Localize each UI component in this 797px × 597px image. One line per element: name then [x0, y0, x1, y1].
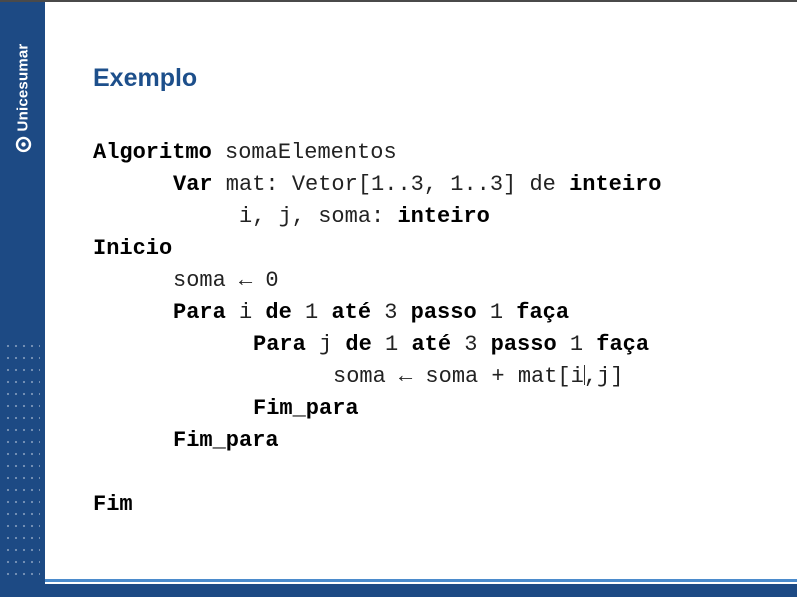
code-text: i — [225, 300, 266, 325]
code-keyword: de — [265, 300, 292, 325]
code-line-outer-loop: Para i de 1 até 3 passo 1 faça — [93, 297, 662, 329]
decorative-dot-pattern — [4, 340, 40, 580]
code-keyword: passo — [490, 332, 557, 357]
code-text: 1 — [371, 332, 412, 357]
code-keyword: faça — [516, 300, 570, 325]
code-text: 1 — [476, 300, 517, 325]
code-text: soma ← 0 — [173, 268, 279, 293]
code-line-fim-para-inner: Fim_para — [93, 393, 662, 425]
brand-logo: Unicesumar — [15, 44, 32, 153]
code-keyword: Para — [253, 332, 306, 357]
code-line-fim-para-outer: Fim_para — [93, 425, 662, 457]
code-text: 3 — [451, 332, 491, 357]
code-keyword: Fim — [93, 492, 133, 517]
code-line-algoritmo: Algoritmo somaElementos — [93, 137, 662, 169]
top-border — [0, 0, 797, 2]
code-line-inner-loop: Para j de 1 até 3 passo 1 faça — [93, 329, 662, 361]
footer-accent-line — [45, 579, 797, 582]
code-line-sum: soma ← soma + mat[i,j] — [93, 361, 662, 393]
code-text: i, j, soma: — [239, 204, 398, 229]
code-text: j — [305, 332, 346, 357]
brand-sidebar: Unicesumar — [0, 2, 45, 597]
code-text: somaElementos — [211, 140, 397, 165]
code-keyword: Para — [173, 300, 226, 325]
code-keyword: Algoritmo — [93, 140, 212, 165]
code-line-inicio: Inicio — [93, 233, 662, 265]
code-text: ,j] — [583, 364, 624, 389]
code-text: 3 — [371, 300, 411, 325]
code-keyword: de — [345, 332, 372, 357]
code-line-assign: soma ← 0 — [93, 265, 662, 297]
brand-name: Unicesumar — [14, 43, 32, 132]
slide-title: Exemplo — [93, 64, 198, 92]
code-keyword: Inicio — [93, 236, 173, 261]
code-keyword: inteiro — [397, 204, 490, 229]
pseudocode-block: Algoritmo somaElementos Var mat: Vetor[1… — [93, 137, 662, 521]
footer-band — [0, 584, 797, 597]
code-text: soma ← soma + mat[i — [333, 364, 584, 389]
code-text: 1 — [291, 300, 332, 325]
code-keyword: inteiro — [569, 172, 662, 197]
code-keyword: Fim_para — [253, 396, 359, 421]
unicesumar-logo-icon — [15, 136, 31, 153]
code-keyword: Var — [173, 172, 213, 197]
code-keyword: passo — [410, 300, 477, 325]
code-text: mat: Vetor[1..3, 1..3] de — [212, 172, 570, 197]
code-line-var-continued: i, j, soma: inteiro — [93, 201, 662, 233]
code-text: 1 — [556, 332, 597, 357]
code-keyword: faça — [596, 332, 650, 357]
code-line-var: Var mat: Vetor[1..3, 1..3] de inteiro — [93, 169, 662, 201]
code-keyword: até — [411, 332, 452, 357]
code-line-fim: Fim — [93, 489, 662, 521]
code-keyword: até — [331, 300, 372, 325]
code-keyword: Fim_para — [173, 428, 279, 453]
